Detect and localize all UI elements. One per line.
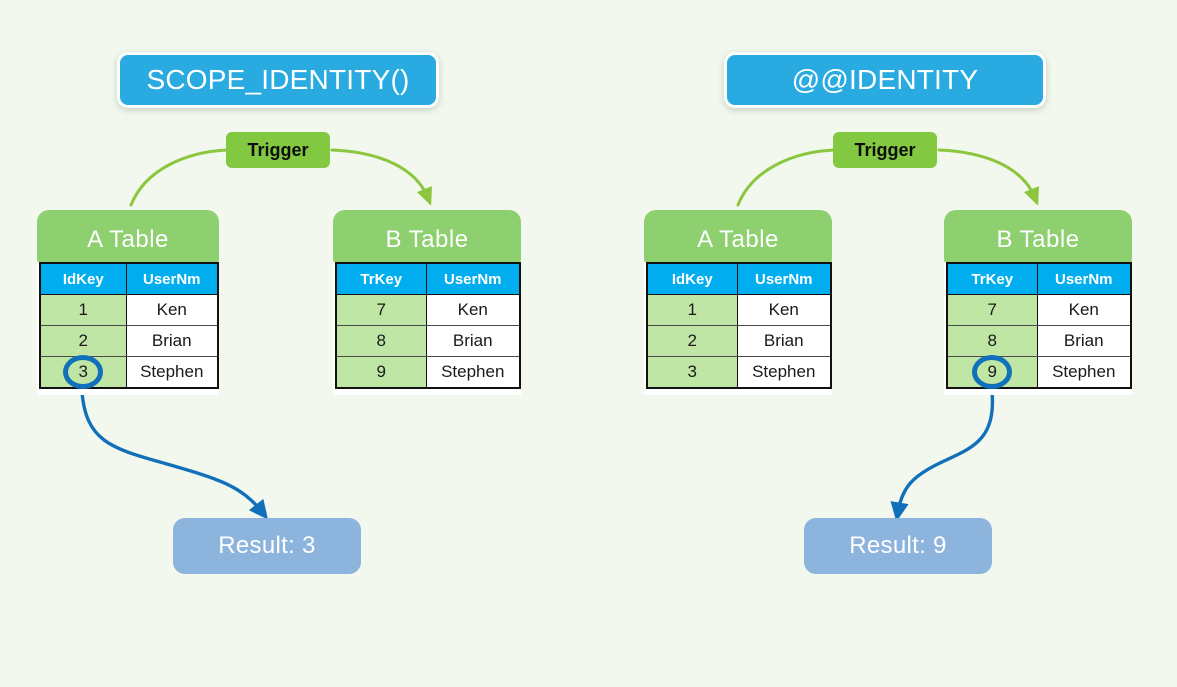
cell-name: Brian [425,325,521,357]
column-header-name: UserNm [425,262,521,295]
trigger-chip-right: Trigger [833,132,937,168]
cell-name: Brian [125,325,219,357]
cell-key: 3 [646,356,738,389]
cell-key: 1 [646,294,738,326]
table-row: 3 Stephen [646,356,832,389]
table-row: 9 Stephen [946,355,1132,389]
cell-key: 9 [335,356,427,389]
cell-name: Ken [425,294,521,326]
cell-key: 2 [646,325,738,357]
table-grid-b-right: TrKey UserNm 7 Ken 8 Brian 9 Stephen [944,262,1132,395]
column-header-key: TrKey [946,262,1038,295]
table-group-a-left: A Table IdKey UserNm 1 Ken 2 Brian 3 Ste… [37,210,219,395]
cell-key: 2 [39,325,127,357]
panel-title-at-at-identity: @@IDENTITY [724,52,1046,108]
result-pill-right: Result: 9 [804,518,992,574]
table-header-row: IdKey UserNm [39,262,219,295]
cell-key-highlighted: 9 [946,355,1038,389]
cell-name: Ken [1036,294,1132,326]
table-group-b-right: B Table TrKey UserNm 7 Ken 8 Brian 9 Ste… [944,210,1132,395]
table-row: 1 Ken [646,294,832,326]
column-header-name: UserNm [736,262,832,295]
cell-key: 1 [39,294,127,326]
table-row: 7 Ken [335,294,521,326]
column-header-key: IdKey [646,262,738,295]
table-caption-b-left: B Table [333,210,521,270]
table-header-row: IdKey UserNm [646,262,832,295]
table-header-row: TrKey UserNm [335,262,521,295]
table-caption-a-right: A Table [644,210,832,270]
cell-key: 7 [946,294,1038,326]
column-header-key: IdKey [39,262,127,295]
column-header-name: UserNm [125,262,219,295]
cell-key: 8 [335,325,427,357]
cell-name: Ken [736,294,832,326]
table-grid-a-left: IdKey UserNm 1 Ken 2 Brian 3 Stephen [37,262,219,395]
table-grid-b-left: TrKey UserNm 7 Ken 8 Brian 9 Stephen [333,262,521,395]
table-row: 3 Stephen [39,355,219,389]
cell-name: Stephen [125,356,219,389]
table-grid-a-right: IdKey UserNm 1 Ken 2 Brian 3 Stephen [644,262,832,395]
cell-name: Stephen [736,356,832,389]
table-row: 9 Stephen [335,356,521,389]
table-row: 1 Ken [39,294,219,326]
table-row: 8 Brian [946,325,1132,357]
table-row: 7 Ken [946,294,1132,326]
table-header-row: TrKey UserNm [946,262,1132,295]
column-header-name: UserNm [1036,262,1132,295]
table-caption-b-right: B Table [944,210,1132,270]
cell-name: Stephen [1036,356,1132,389]
table-group-b-left: B Table TrKey UserNm 7 Ken 8 Brian 9 Ste… [333,210,521,395]
table-row: 2 Brian [39,325,219,357]
column-header-key: TrKey [335,262,427,295]
table-row: 8 Brian [335,325,521,357]
table-caption-a-left: A Table [37,210,219,270]
cell-key: 8 [946,325,1038,357]
table-group-a-right: A Table IdKey UserNm 1 Ken 2 Brian 3 Ste… [644,210,832,395]
table-row: 2 Brian [646,325,832,357]
panel-at-at-identity: @@IDENTITY Trigger A Table IdKey UserNm [589,0,1177,687]
cell-name: Stephen [425,356,521,389]
result-pill-left: Result: 3 [173,518,361,574]
cell-name: Ken [125,294,219,326]
cell-key: 7 [335,294,427,326]
cell-key-highlighted: 3 [39,355,127,389]
panel-title-scope-identity: SCOPE_IDENTITY() [117,52,439,108]
cell-name: Brian [736,325,832,357]
cell-name: Brian [1036,325,1132,357]
trigger-chip-left: Trigger [226,132,330,168]
panel-scope-identity: SCOPE_IDENTITY() Trigger A Table IdKey U… [0,0,589,687]
diagram-canvas: SCOPE_IDENTITY() Trigger A Table IdKey U… [0,0,1177,687]
